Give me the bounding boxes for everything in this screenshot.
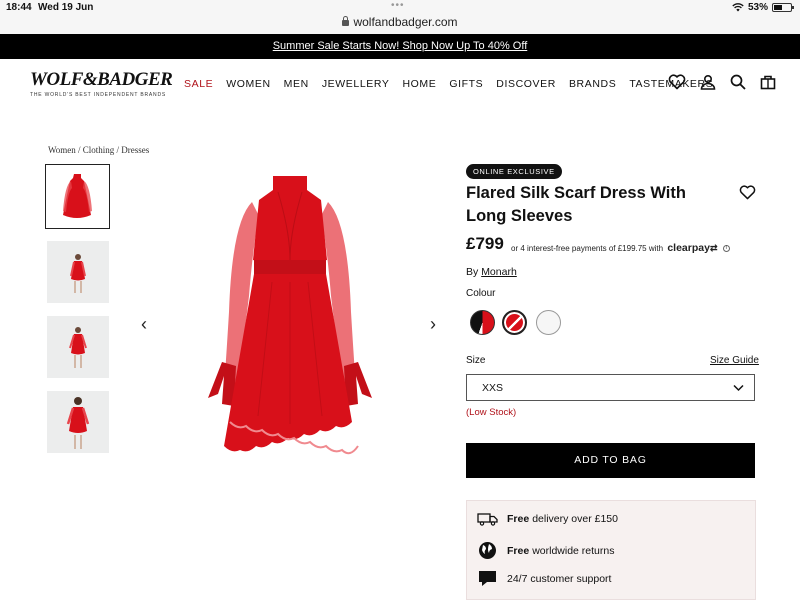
clearpay-logo-icon: ⇄ — [709, 243, 718, 253]
promo-banner: Summer Sale Starts Now! Shop Now Up To 4… — [0, 34, 800, 59]
battery-icon — [772, 3, 794, 12]
gallery-thumbnail-3[interactable] — [47, 316, 109, 378]
gallery-thumbnail-1[interactable] — [45, 164, 110, 229]
gallery-thumbnail-2[interactable] — [47, 241, 109, 303]
product-main-image[interactable] — [160, 162, 420, 482]
size-selected-value: XXS — [482, 382, 504, 394]
truck-icon — [476, 513, 498, 526]
header-icons — [668, 74, 776, 90]
search-icon[interactable] — [730, 74, 746, 90]
brand-link[interactable]: Monarh — [481, 266, 517, 278]
perk-returns-bold: Free — [507, 544, 530, 557]
account-icon[interactable] — [700, 74, 716, 90]
nav-item-jewellery[interactable]: JEWELLERY — [322, 78, 390, 90]
size-label: Size — [466, 355, 486, 366]
installments-info: or 4 interest-free payments of £199.75 w… — [511, 242, 730, 254]
product-title: Flared Silk Scarf Dress With Long Sleeve… — [466, 184, 686, 225]
nav-item-home[interactable]: HOME — [402, 78, 436, 90]
size-guide-link[interactable]: Size Guide — [710, 355, 759, 366]
clearpay-logo: clearpay — [667, 242, 710, 254]
perk-delivery: Free delivery over £150 — [475, 512, 618, 526]
breadcrumb[interactable]: Women / Clothing / Dresses — [48, 145, 149, 155]
gallery-next-arrow[interactable]: › — [430, 314, 436, 335]
nav-item-women[interactable]: WOMEN — [226, 78, 270, 90]
logo[interactable]: WOLF&BADGER THE WORLD'S BEST INDEPENDENT… — [30, 69, 173, 98]
model-thumbnail-image — [69, 327, 87, 368]
nav-item-men[interactable]: MEN — [284, 78, 309, 90]
nav-item-gifts[interactable]: GIFTS — [449, 78, 483, 90]
perk-delivery-bold: Free — [507, 513, 530, 525]
colour-swatch-white[interactable] — [536, 310, 561, 335]
nav-item-discover[interactable]: DISCOVER — [496, 78, 556, 90]
status-date: Wed 19 Jun — [38, 2, 94, 13]
promo-link[interactable]: Summer Sale Starts Now! Shop Now Up To 4… — [273, 40, 528, 52]
heart-icon[interactable] — [668, 74, 686, 90]
colour-swatch-red-black[interactable] — [470, 310, 495, 335]
gallery-thumbnail-4[interactable] — [47, 391, 109, 453]
multitask-dots[interactable]: ••• — [391, 0, 405, 11]
dress-thumbnail-image — [63, 174, 92, 218]
url-text: wolfandbadger.com — [353, 15, 458, 29]
nav-item-brands[interactable]: BRANDS — [569, 78, 616, 90]
gallery-prev-arrow[interactable]: ‹ — [141, 314, 147, 335]
chat-icon — [478, 571, 496, 586]
wishlist-heart-icon[interactable] — [739, 185, 756, 200]
address-bar[interactable]: wolfandbadger.com — [0, 15, 800, 29]
perk-returns-text: worldwide returns — [532, 544, 615, 557]
status-right: 53% — [732, 2, 794, 13]
installments-text: or 4 interest-free payments of £199.75 w… — [511, 244, 664, 253]
wifi-icon — [732, 3, 744, 12]
add-to-bag-button[interactable]: ADD TO BAG — [466, 443, 755, 478]
colour-label: Colour — [466, 288, 496, 299]
status-time: 18:44 — [6, 2, 32, 13]
perk-delivery-text: delivery over £150 — [532, 513, 618, 525]
colour-swatch-red-selected[interactable] — [502, 310, 527, 335]
chevron-down-icon — [733, 384, 744, 392]
model-thumbnail-image — [66, 397, 90, 449]
perks-box: Free delivery over £150 Free worldwide ret… — [466, 500, 756, 600]
site-header: WOLF&BADGER THE WORLD'S BEST INDEPENDENT… — [0, 59, 800, 109]
battery-fill — [774, 5, 783, 10]
logo-tagline: THE WORLD'S BEST INDEPENDENT BRANDS — [30, 92, 167, 98]
perk-support-text: 24/7 customer support — [507, 572, 612, 585]
logo-wordmark: WOLF&BADGER — [30, 69, 173, 90]
brand-line: By Monarh — [466, 266, 517, 278]
perk-support: 24/7 customer support — [475, 570, 611, 587]
product-price: £799 — [466, 234, 504, 253]
main-nav: SALE WOMEN MEN JEWELLERY HOME GIFTS DISC… — [184, 78, 726, 90]
stock-status: (Low Stock) — [466, 407, 517, 418]
by-label: By — [466, 266, 479, 278]
lock-icon — [342, 16, 350, 26]
size-select[interactable]: XXS — [466, 374, 755, 401]
perk-returns: Free worldwide returns — [475, 541, 614, 560]
bag-icon[interactable] — [760, 74, 776, 90]
status-bar: 18:44 Wed 19 Jun ••• wolfandbadger.com 5… — [0, 0, 800, 34]
battery-percent: 53% — [747, 2, 768, 13]
nav-item-sale[interactable]: SALE — [184, 78, 213, 90]
info-icon[interactable]: i — [722, 245, 730, 253]
online-exclusive-badge: ONLINE EXCLUSIVE — [466, 164, 562, 179]
globe-icon — [478, 542, 496, 559]
model-thumbnail-image — [70, 254, 86, 293]
